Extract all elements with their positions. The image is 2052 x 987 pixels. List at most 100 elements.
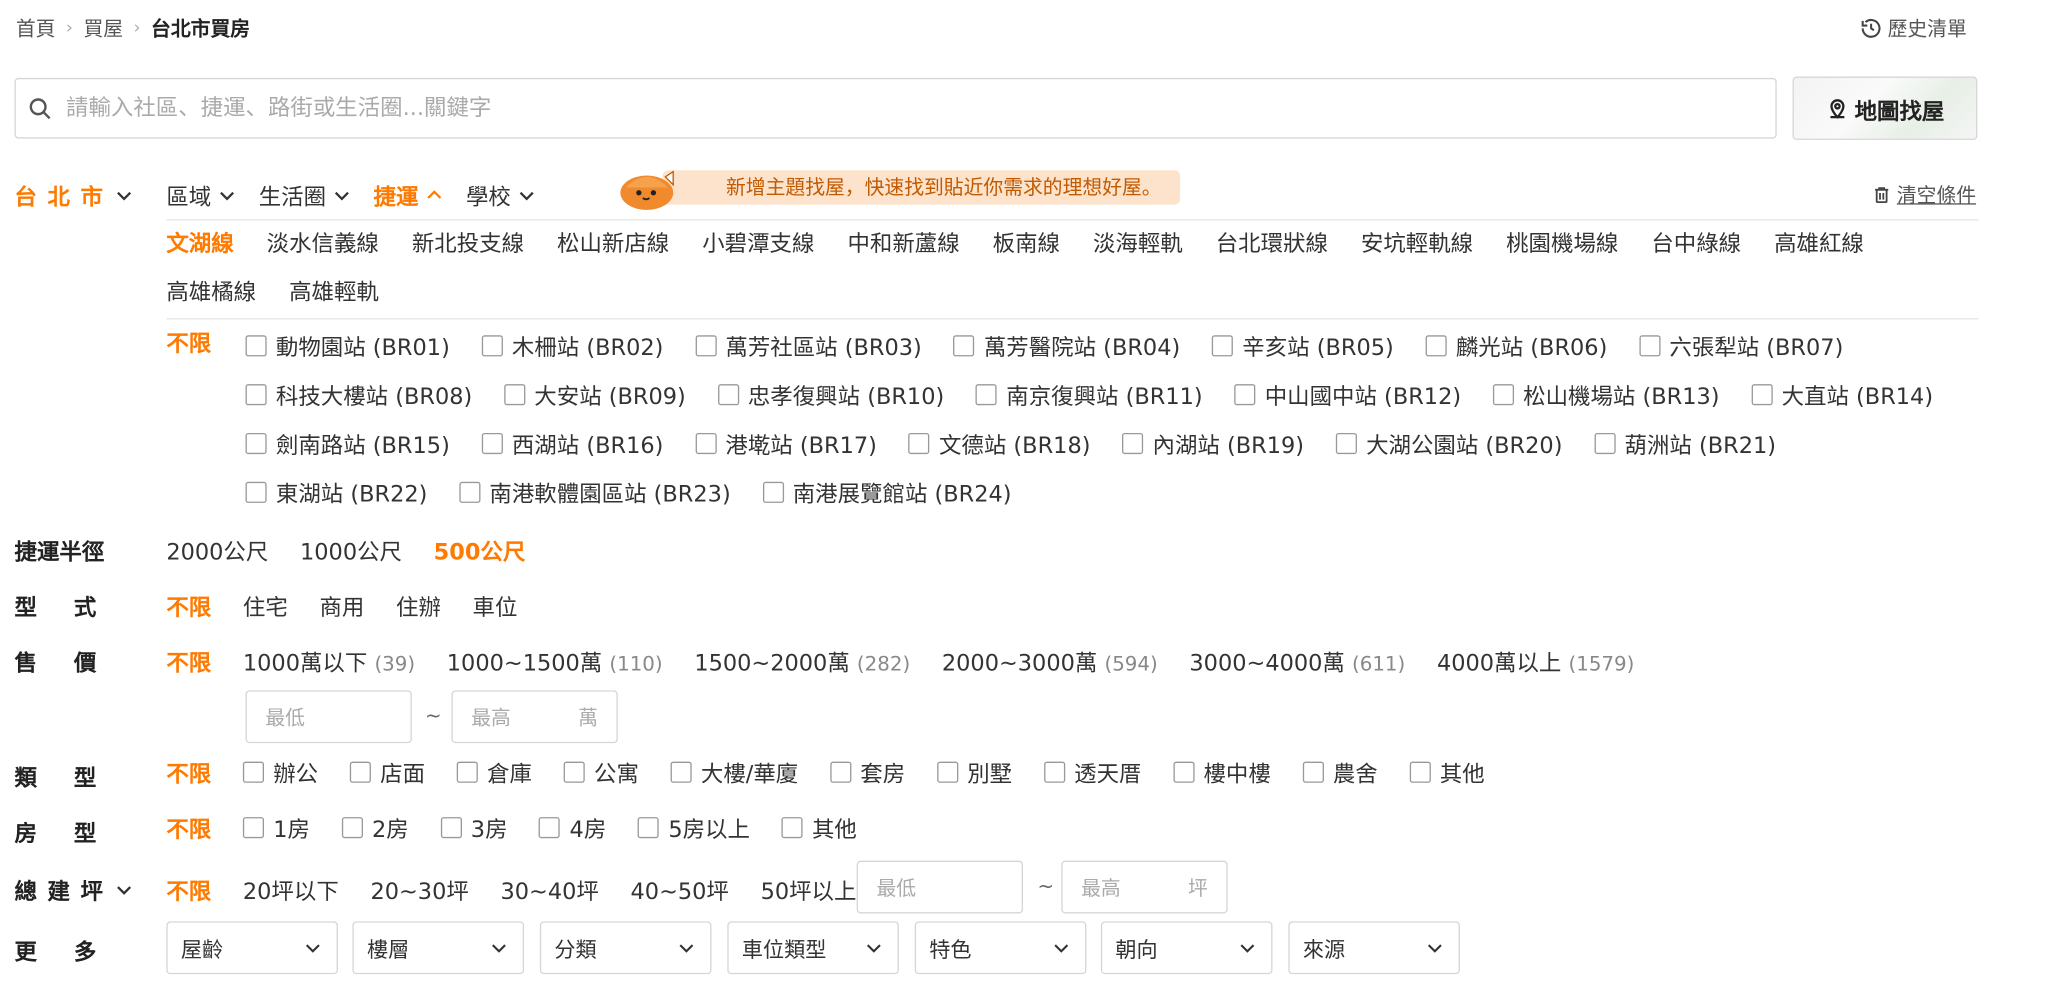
station-checkbox[interactable]: 動物園站 (BR01): [245, 321, 450, 370]
kind-checkbox[interactable]: 辦公: [242, 747, 318, 796]
station-checkbox[interactable]: 西湖站 (BR16): [481, 418, 663, 467]
checkbox-box[interactable]: [242, 816, 264, 838]
checkbox-box[interactable]: [503, 383, 526, 405]
station-checkbox[interactable]: 劍南路站 (BR15): [245, 418, 450, 467]
mrt-line-item[interactable]: 高雄橘線: [166, 269, 256, 318]
mrt-line-item[interactable]: 高雄輕軌: [289, 269, 379, 318]
rooms-checkbox[interactable]: 2房: [341, 803, 409, 852]
select-orientation[interactable]: 朝向: [1100, 921, 1273, 975]
station-checkbox[interactable]: 辛亥站 (BR05): [1211, 321, 1394, 370]
station-checkbox[interactable]: 木柵站 (BR02): [481, 321, 663, 370]
checkbox-box[interactable]: [459, 481, 481, 503]
station-checkbox[interactable]: 大安站 (BR09): [503, 370, 686, 419]
area-label-toggle[interactable]: 總建坪: [15, 873, 135, 906]
station-checkbox[interactable]: 文德站 (BR18): [908, 418, 1090, 467]
checkbox-box[interactable]: [341, 816, 363, 838]
checkbox-box[interactable]: [1751, 383, 1773, 405]
checkbox-box[interactable]: [1594, 432, 1616, 454]
station-checkbox[interactable]: 科技大樓站 (BR08): [245, 370, 472, 419]
kind-checkbox[interactable]: 套房: [829, 747, 905, 796]
checkbox-box[interactable]: [349, 760, 371, 783]
rooms-checkbox[interactable]: 5房以上: [637, 803, 750, 852]
checkbox-box[interactable]: [563, 760, 585, 783]
form-option[interactable]: 住辦: [396, 589, 441, 621]
radius-option[interactable]: 500公尺: [434, 533, 526, 566]
checkbox-box[interactable]: [1173, 760, 1195, 783]
mrt-line-item[interactable]: 台中綠線: [1651, 220, 1741, 269]
checkbox-box[interactable]: [1211, 334, 1234, 356]
area-option[interactable]: 40~50坪: [631, 873, 729, 905]
checkbox-box[interactable]: [1335, 432, 1357, 454]
select-source[interactable]: 來源: [1288, 921, 1460, 975]
station-checkbox[interactable]: 內湖站 (BR19): [1122, 418, 1304, 467]
checkbox-box[interactable]: [695, 432, 717, 454]
station-checkbox[interactable]: 港墘站 (BR17): [695, 418, 877, 467]
breadcrumb-home[interactable]: 首頁: [16, 15, 56, 43]
station-checkbox[interactable]: 大直站 (BR14): [1751, 370, 1933, 419]
rooms-checkbox[interactable]: 1房: [242, 803, 310, 852]
tab-lifezone[interactable]: 生活圈: [259, 178, 353, 211]
history-link[interactable]: 歷史清單: [1860, 15, 1967, 43]
form-option[interactable]: 商用: [319, 589, 364, 621]
checkbox-box[interactable]: [829, 760, 852, 783]
area-option[interactable]: 50坪以上: [761, 873, 857, 905]
city-selector[interactable]: 台北市: [15, 178, 135, 211]
station-checkbox[interactable]: 六張犁站 (BR07): [1639, 321, 1843, 370]
checkbox-box[interactable]: [481, 334, 503, 356]
mrt-line-item[interactable]: 小碧潭支線: [702, 220, 814, 269]
station-unlimited[interactable]: 不限: [166, 321, 211, 370]
price-unlimited[interactable]: 不限: [166, 644, 211, 677]
promo-banner[interactable]: 新增主題找屋，快速找到貼近你需求的理想好屋。: [618, 164, 1181, 212]
checkbox-box[interactable]: [695, 334, 717, 356]
station-checkbox[interactable]: 萬芳社區站 (BR03): [695, 321, 922, 370]
select-category[interactable]: 分類: [539, 921, 712, 975]
mrt-line-item[interactable]: 松山新店線: [557, 220, 669, 269]
form-option[interactable]: 住宅: [243, 589, 288, 621]
kind-checkbox[interactable]: 農舍: [1302, 747, 1378, 796]
rooms-unlimited[interactable]: 不限: [166, 810, 211, 843]
station-checkbox[interactable]: 葫洲站 (BR21): [1594, 418, 1776, 467]
checkbox-box[interactable]: [245, 334, 267, 356]
checkbox-box[interactable]: [242, 760, 264, 783]
area-min-field[interactable]: 最低: [856, 860, 1024, 914]
checkbox-box[interactable]: [908, 432, 930, 454]
price-max-field[interactable]: 最高 萬: [451, 690, 618, 744]
area-option[interactable]: 30~40坪: [500, 873, 598, 905]
checkbox-box[interactable]: [975, 383, 998, 405]
kind-checkbox[interactable]: 別墅: [936, 747, 1012, 796]
mrt-line-item[interactable]: 新北投支線: [412, 220, 524, 269]
mrt-line-item[interactable]: 文湖線: [166, 220, 233, 269]
checkbox-box[interactable]: [762, 481, 784, 503]
checkbox-box[interactable]: [1234, 383, 1256, 405]
mrt-line-item[interactable]: 台北環狀線: [1216, 220, 1328, 269]
station-checkbox[interactable]: 萬芳醫院站 (BR04): [953, 321, 1180, 370]
checkbox-box[interactable]: [953, 334, 975, 356]
checkbox-box[interactable]: [1492, 383, 1514, 405]
checkbox-box[interactable]: [1409, 760, 1431, 783]
area-max-field[interactable]: 最高 坪: [1061, 860, 1228, 914]
station-checkbox[interactable]: 中山國中站 (BR12): [1234, 370, 1461, 419]
station-checkbox[interactable]: 忠孝復興站 (BR10): [717, 370, 944, 419]
kind-checkbox[interactable]: 公寓: [563, 747, 639, 796]
checkbox-box[interactable]: [1122, 432, 1144, 454]
kind-checkbox[interactable]: 透天厝: [1043, 747, 1141, 796]
price-option[interactable]: 3000~4000萬 (611): [1189, 644, 1405, 677]
rooms-checkbox[interactable]: 4房: [539, 803, 606, 852]
checkbox-box[interactable]: [245, 383, 267, 405]
select-age[interactable]: 屋齡: [166, 921, 338, 975]
price-min-field[interactable]: 最低: [245, 690, 412, 744]
rooms-checkbox[interactable]: 3房: [440, 803, 508, 852]
area-option[interactable]: 不限: [166, 873, 211, 905]
price-option[interactable]: 1000萬以下 (39): [243, 644, 415, 677]
station-checkbox[interactable]: 南京復興站 (BR11): [975, 370, 1203, 419]
tab-district[interactable]: 區域: [166, 178, 237, 211]
kind-checkbox[interactable]: 其他: [1409, 747, 1485, 796]
price-option[interactable]: 2000~3000萬 (594): [942, 644, 1158, 677]
mrt-line-item[interactable]: 淡水信義線: [267, 220, 379, 269]
kind-checkbox[interactable]: 店面: [349, 747, 425, 796]
radius-option[interactable]: 1000公尺: [300, 533, 402, 566]
price-option[interactable]: 1500~2000萬 (282): [694, 644, 910, 677]
form-option[interactable]: 不限: [166, 589, 211, 621]
area-option[interactable]: 20坪以下: [243, 873, 339, 905]
clear-filters-button[interactable]: 清空條件: [1872, 181, 1976, 209]
